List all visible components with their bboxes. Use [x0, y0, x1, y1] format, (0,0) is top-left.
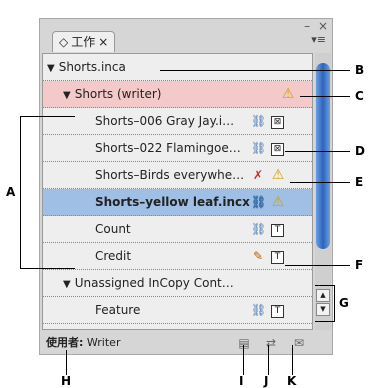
callout-label: A	[6, 185, 16, 199]
close-window-icon[interactable]: ×	[318, 19, 328, 33]
leader-line	[243, 345, 244, 375]
leader-line	[334, 285, 335, 322]
graphic-frame-icon: ⊠	[271, 116, 284, 129]
callout-label: B	[355, 63, 365, 77]
leader-line	[285, 265, 350, 266]
list-item[interactable]: ▼ Shorts.inca	[43, 54, 312, 81]
callout-label: H	[61, 374, 72, 388]
item-label: Feature	[95, 303, 141, 317]
list-item[interactable]: Shorts–022 Flamingoe… ⛓ ⊠	[43, 135, 312, 162]
user-info: 使用者: Writer	[46, 331, 120, 355]
callout-label: C	[355, 89, 364, 103]
warning-icon: ⚠	[281, 86, 295, 102]
window-controls: – ×	[300, 19, 328, 33]
linked-status-icon: ⛓	[251, 303, 267, 317]
list-item[interactable]: Shorts–Birds everywhe… ✗ ⚠	[43, 162, 312, 189]
item-label: Credit	[95, 249, 132, 263]
leader-line	[160, 70, 350, 71]
close-icon[interactable]: ×	[98, 32, 108, 52]
minimize-icon[interactable]: –	[304, 19, 310, 33]
text-frame-icon: T	[271, 251, 284, 264]
item-label: Shorts–022 Flamingoe…	[95, 141, 241, 155]
leader-line	[20, 116, 21, 269]
text-warning-icon: ⚠	[271, 167, 285, 183]
tab-assignments[interactable]: ◇ 工作 ×	[52, 31, 116, 52]
callout-label: I	[239, 374, 244, 388]
check-out-icon[interactable]: ⇄	[262, 335, 280, 351]
expand-triangle-icon[interactable]: ▼	[47, 63, 55, 74]
callout-label: K	[287, 374, 297, 388]
leader-line	[300, 96, 350, 97]
expand-triangle-icon[interactable]: ▼	[63, 90, 71, 101]
linked-status-icon: ⛓	[251, 114, 267, 128]
linked-status-icon: ⛓	[251, 141, 267, 155]
linked-status-icon: ⛓	[251, 222, 267, 236]
panel-footer: 使用者: Writer ▤ ⇄ ✉	[40, 331, 332, 355]
scroll-up-arrow-icon[interactable]: ▲	[316, 289, 330, 302]
text-frame-icon: T	[271, 224, 284, 237]
expand-triangle-icon[interactable]: ▼	[63, 279, 71, 290]
callout-label: E	[355, 175, 364, 189]
text-warning-icon: ⚠	[271, 194, 285, 210]
update-content-icon[interactable]: ▤	[235, 335, 253, 351]
scroll-down-arrow-icon[interactable]: ▼	[316, 303, 330, 316]
user-label: 使用者:	[46, 336, 84, 349]
callout-label: F	[355, 258, 364, 272]
tab-label: 工作	[71, 35, 96, 49]
leader-line	[20, 268, 75, 269]
item-label: Shorts.inca	[58, 60, 126, 74]
list-item[interactable]: Shorts–006 Gray Jay.i… ⛓ ⊠	[43, 108, 312, 135]
list-item[interactable]: ▼ Shorts (writer) ⚠	[43, 81, 312, 108]
callout-label: D	[355, 144, 365, 158]
leader-line	[290, 182, 350, 183]
pencil-icon: ✎	[252, 249, 264, 263]
callout-label: J	[264, 374, 269, 388]
unavailable-icon: ✗	[252, 168, 264, 182]
scrollbar[interactable]: ▲ ▼	[315, 53, 331, 330]
list-item[interactable]: Feature ⛓ T	[43, 297, 312, 324]
user-name: Writer	[86, 336, 121, 349]
panel-menu-icon[interactable]: ▾≡	[311, 33, 326, 46]
graphic-frame-icon: ⊠	[271, 143, 284, 156]
scroll-thumb[interactable]	[316, 63, 330, 249]
list-item[interactable]: Shorts–yellow leaf.incx ⛓ ⚠	[43, 189, 312, 216]
item-label: Count	[95, 222, 131, 236]
item-label: Unassigned InCopy Cont…	[74, 276, 234, 290]
assignments-panel: – × ◇ 工作 × ▾≡ ▼ Shorts.inca ▼ Shorts (writ…	[39, 18, 333, 355]
leader-line	[292, 345, 293, 375]
leader-line	[285, 151, 350, 152]
diamond-icon: ◇	[59, 35, 69, 49]
leader-line	[20, 116, 75, 117]
assignment-list: ▼ Shorts.inca ▼ Shorts (writer) ⚠ Shorts–0…	[42, 53, 313, 330]
item-label: Shorts–006 Gray Jay.i…	[95, 114, 235, 128]
callout-label: G	[339, 296, 349, 310]
leader-line	[66, 350, 67, 375]
item-label: Shorts (writer)	[74, 87, 162, 101]
linked-status-icon: ⛓	[251, 195, 267, 209]
leader-line	[315, 285, 335, 286]
leader-line	[268, 345, 269, 375]
text-frame-icon: T	[271, 305, 284, 318]
list-item[interactable]: Credit ✎ T	[43, 243, 312, 270]
item-label: Shorts–Birds everywhe…	[95, 168, 245, 182]
list-item[interactable]: ▼ Unassigned InCopy Cont…	[43, 270, 312, 297]
item-label: Shorts–yellow leaf.incx	[95, 195, 250, 209]
leader-line	[315, 321, 335, 322]
list-item[interactable]: Count ⛓ T	[43, 216, 312, 243]
